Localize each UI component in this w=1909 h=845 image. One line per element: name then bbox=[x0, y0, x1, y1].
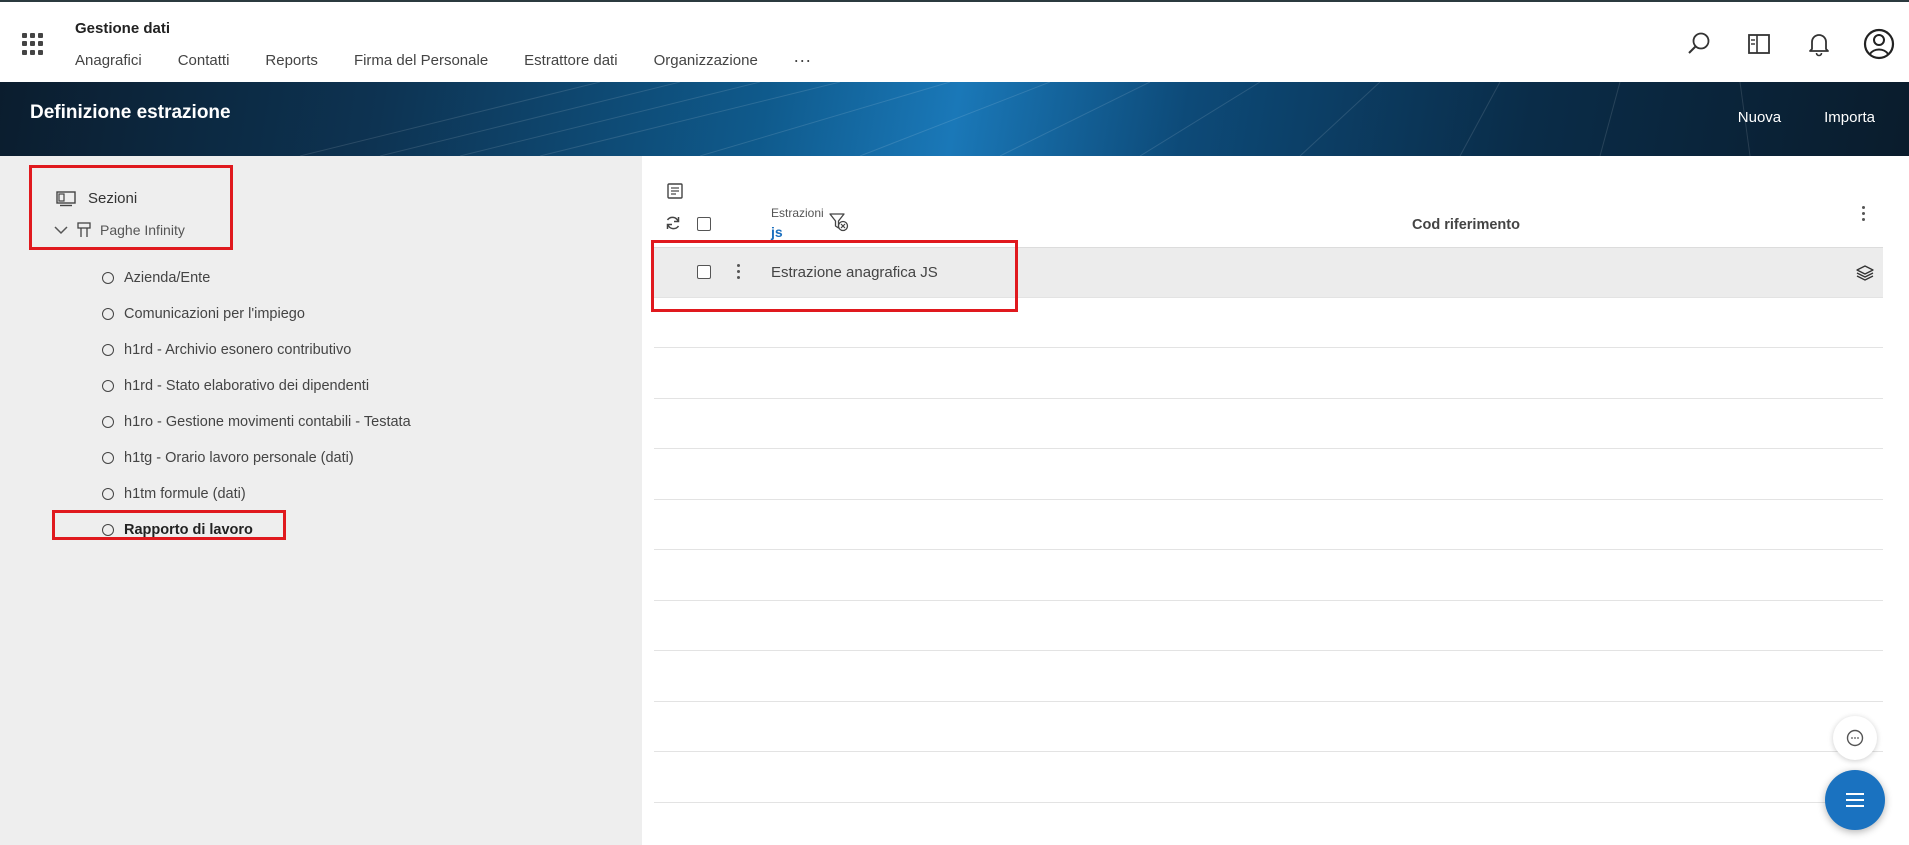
select-all-checkbox[interactable] bbox=[697, 217, 711, 231]
radio-icon bbox=[102, 488, 114, 500]
radio-icon bbox=[102, 452, 114, 464]
radio-icon bbox=[102, 380, 114, 392]
tree-item-label: h1rd - Stato elaborativo dei dipendenti bbox=[124, 378, 370, 394]
notifications-bell-icon[interactable] bbox=[1789, 28, 1849, 60]
row-actions-menu-icon[interactable] bbox=[735, 262, 742, 281]
notes-list-icon[interactable] bbox=[666, 182, 684, 200]
app-header: Gestione dati Anagrafici Contatti Report… bbox=[0, 0, 1909, 82]
tree-root-label: Sezioni bbox=[88, 190, 138, 207]
tree-item-label: Rapporto di lavoro bbox=[124, 522, 253, 538]
tree-item[interactable]: Comunicazioni per l'impiego bbox=[102, 296, 411, 332]
refresh-icon[interactable] bbox=[664, 214, 682, 232]
table-row[interactable]: Estrazione anagrafica JS bbox=[654, 247, 1883, 298]
user-avatar-icon[interactable] bbox=[1849, 28, 1909, 60]
tree-item[interactable]: h1ro - Gestione movimenti contabili - Te… bbox=[102, 404, 411, 440]
tree-item-label: Comunicazioni per l'impiego bbox=[124, 306, 305, 322]
nav-item-estrattore-dati[interactable]: Estrattore dati bbox=[524, 52, 617, 69]
row-estrazione-name[interactable]: Estrazione anagrafica JS bbox=[771, 264, 938, 281]
table-row-empty bbox=[654, 399, 1883, 449]
tree-item-label: h1tm formule (dati) bbox=[124, 486, 246, 502]
sections-icon bbox=[56, 190, 76, 206]
tree-item-label: Azienda/Ente bbox=[124, 270, 211, 286]
chat-assistant-button[interactable] bbox=[1833, 716, 1877, 760]
table-row-empty bbox=[654, 651, 1883, 702]
main-nav: Anagrafici Contatti Reports Firma del Pe… bbox=[75, 46, 848, 69]
module-icon bbox=[77, 222, 91, 237]
banner-background-decoration bbox=[299, 82, 1751, 156]
tree-group-label: Paghe Infinity bbox=[100, 222, 185, 238]
table-row-empty bbox=[654, 550, 1883, 601]
tree-item-label: h1rd - Archivio esonero contributivo bbox=[124, 342, 352, 358]
tree-item[interactable]: h1rd - Stato elaborativo dei dipendenti bbox=[102, 368, 411, 404]
tree-root-sezioni[interactable]: Sezioni bbox=[56, 190, 137, 207]
import-button[interactable]: Importa bbox=[1824, 109, 1875, 126]
tree-item[interactable]: h1tm formule (dati) bbox=[102, 476, 411, 512]
nav-item-anagrafici[interactable]: Anagrafici bbox=[75, 52, 142, 69]
search-icon[interactable] bbox=[1669, 28, 1729, 60]
tree-item[interactable]: h1rd - Archivio esonero contributivo bbox=[102, 332, 411, 368]
main-menu-fab[interactable] bbox=[1825, 770, 1885, 830]
table-row-empty bbox=[654, 500, 1883, 550]
row-checkbox[interactable] bbox=[697, 265, 711, 279]
radio-icon bbox=[102, 416, 114, 428]
table-row-empty bbox=[654, 298, 1883, 348]
grid-rows: Estrazione anagrafica JS bbox=[654, 247, 1883, 803]
sections-tree-panel: Sezioni Paghe Infinity Azienda/Ente Comu… bbox=[0, 156, 642, 845]
tree-item-label: h1ro - Gestione movimenti contabili - Te… bbox=[124, 414, 411, 430]
table-row-empty bbox=[654, 752, 1883, 803]
radio-icon bbox=[102, 272, 114, 284]
nav-item-firma-del-personale[interactable]: Firma del Personale bbox=[354, 52, 488, 69]
grid-options-menu-icon[interactable] bbox=[1858, 202, 1869, 225]
tree-item-label: h1tg - Orario lavoro personale (dati) bbox=[124, 450, 354, 466]
chevron-down-icon[interactable] bbox=[54, 225, 68, 235]
page-banner: Definizione estrazione Nuova Importa bbox=[0, 82, 1909, 156]
clear-filter-icon[interactable] bbox=[829, 212, 849, 232]
radio-icon bbox=[102, 344, 114, 356]
tree-item-active[interactable]: Rapporto di lavoro bbox=[102, 512, 411, 548]
table-row-empty bbox=[654, 702, 1883, 752]
table-row-empty bbox=[654, 601, 1883, 651]
tree-item[interactable]: Azienda/Ente bbox=[102, 260, 411, 296]
radio-icon bbox=[102, 308, 114, 320]
table-row-empty bbox=[654, 449, 1883, 500]
nav-item-reports[interactable]: Reports bbox=[265, 52, 318, 69]
new-button[interactable]: Nuova bbox=[1738, 109, 1781, 126]
page-title: Definizione estrazione bbox=[30, 102, 231, 123]
tree-item[interactable]: h1tg - Orario lavoro personale (dati) bbox=[102, 440, 411, 476]
app-title: Gestione dati bbox=[75, 20, 171, 37]
nav-item-organizzazione[interactable]: Organizzazione bbox=[654, 52, 758, 69]
column-filter-value[interactable]: js bbox=[771, 224, 783, 240]
column-header-estrazioni[interactable]: Estrazioni bbox=[771, 206, 824, 220]
app-launcher-icon[interactable] bbox=[22, 33, 44, 55]
table-row-empty bbox=[654, 348, 1883, 399]
tree-items-list: Azienda/Ente Comunicazioni per l'impiego… bbox=[102, 260, 411, 548]
chat-bubble-icon bbox=[1846, 729, 1864, 747]
panel-layout-icon[interactable] bbox=[1729, 28, 1789, 60]
extractions-grid: Estrazioni js Cod riferimento Estrazione… bbox=[642, 156, 1909, 845]
nav-item-contatti[interactable]: Contatti bbox=[178, 52, 230, 69]
nav-more-button[interactable]: ... bbox=[794, 46, 812, 69]
tree-group-paghe-infinity[interactable]: Paghe Infinity bbox=[54, 222, 185, 238]
radio-icon bbox=[102, 524, 114, 536]
column-header-cod-riferimento[interactable]: Cod riferimento bbox=[1412, 217, 1520, 233]
hamburger-menu-icon bbox=[1846, 793, 1864, 807]
layers-icon[interactable] bbox=[1855, 263, 1875, 283]
